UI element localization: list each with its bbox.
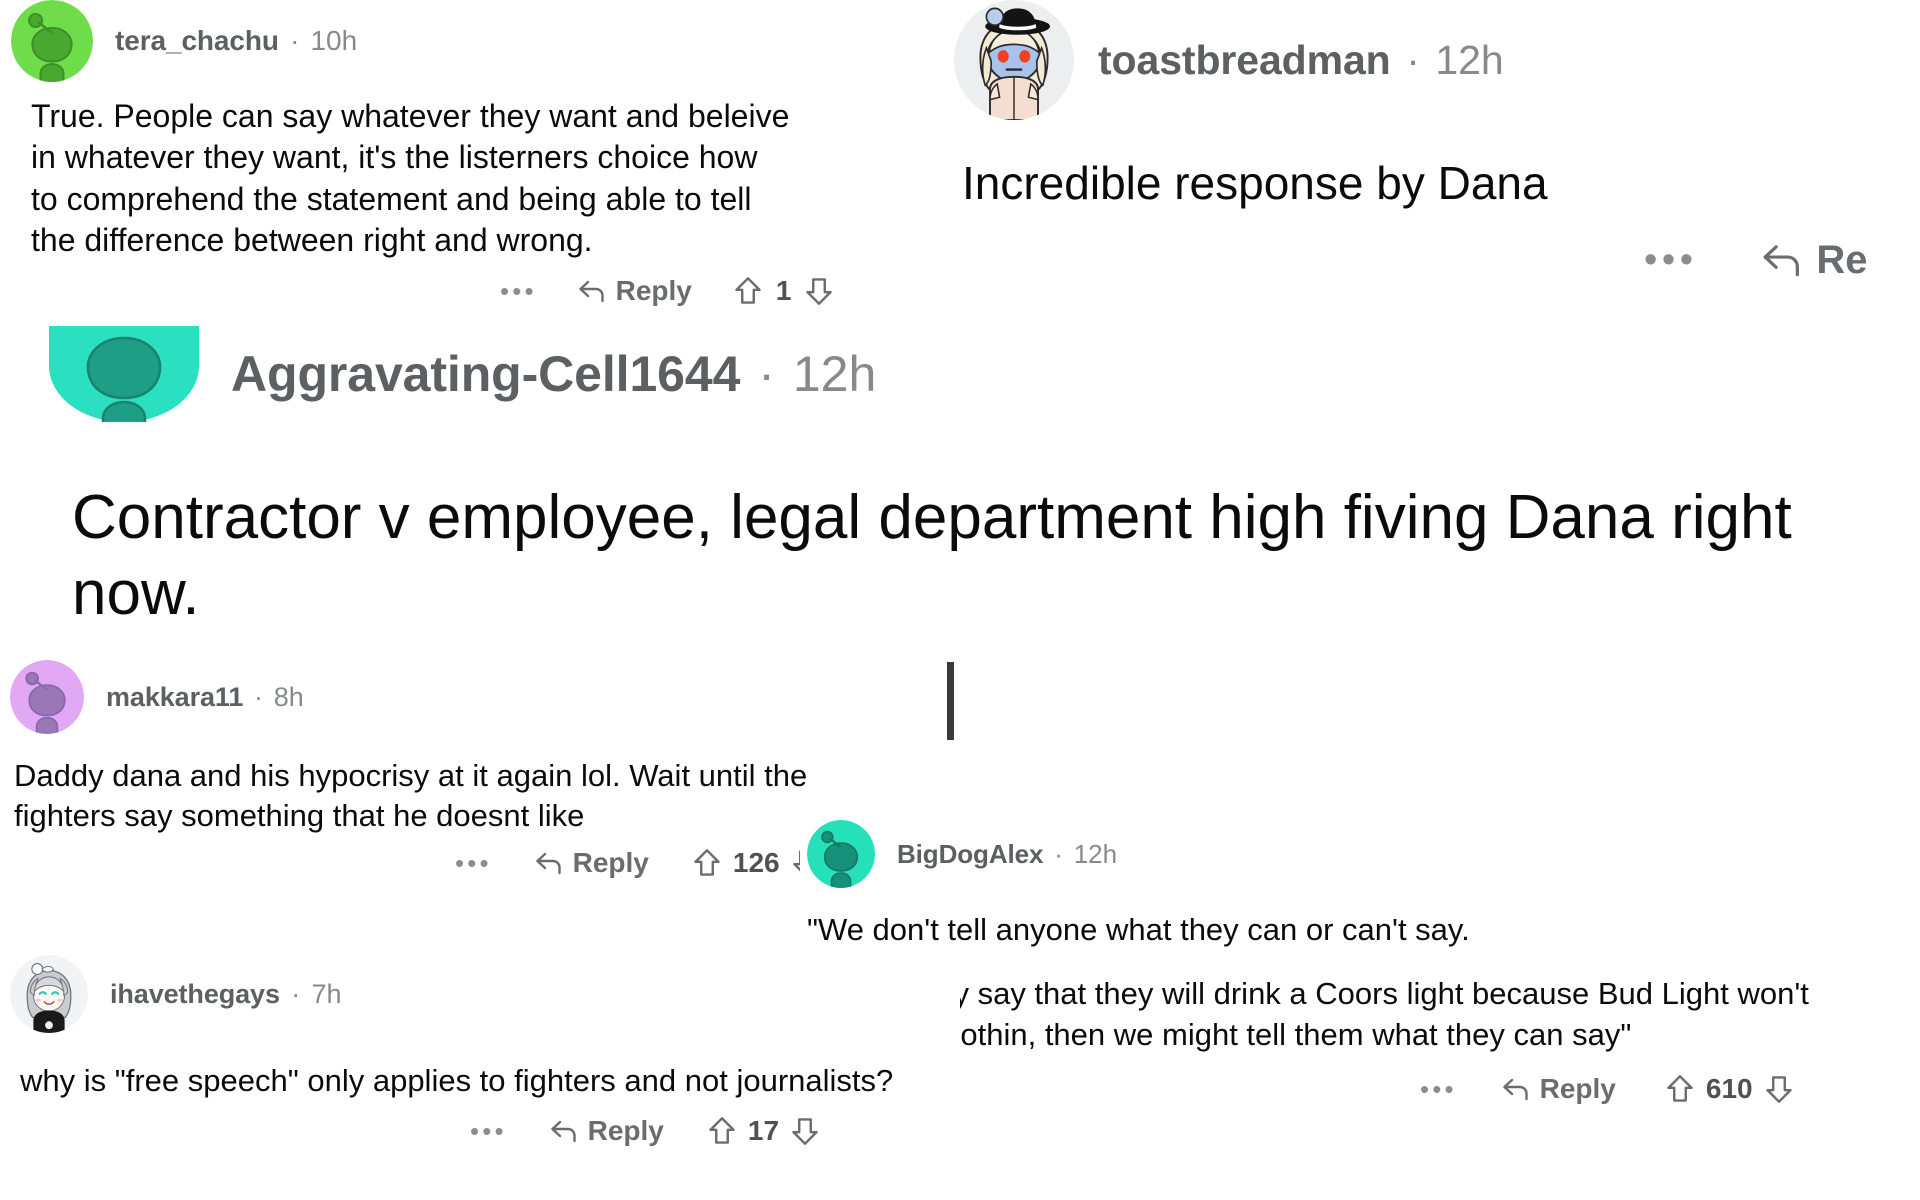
- reply-arrow-icon: [577, 278, 607, 304]
- more-options-icon[interactable]: •••: [1420, 1075, 1457, 1102]
- reply-label: Re: [1816, 237, 1868, 282]
- comment-username[interactable]: tera_chachu: [115, 25, 279, 57]
- vote-group: 610: [1666, 1073, 1793, 1105]
- comment-body: True. People can say whatever they want …: [31, 96, 791, 261]
- comment-username[interactable]: ihavethegays: [110, 979, 280, 1010]
- vote-score: 1: [775, 275, 792, 307]
- comment-body: Contractor v employee, legal department …: [72, 480, 1872, 631]
- comment-header: BigDogAlex · 12h: [800, 820, 1920, 888]
- comment-body: "We don't tell anyone what they can or c…: [807, 910, 1857, 1055]
- reply-label: Reply: [615, 275, 692, 307]
- vote-score: 126: [732, 847, 780, 879]
- comment-age: 7h: [311, 978, 342, 1009]
- comment-paragraph: Unless they say that they will drink a C…: [807, 976, 1809, 1052]
- downvote-button[interactable]: [1765, 1074, 1793, 1104]
- reply-arrow-icon: [549, 1118, 579, 1144]
- meta-separator: ·: [1054, 838, 1063, 869]
- snoo-avatar-mint-icon[interactable]: [807, 820, 875, 888]
- comment-aggravating-cell1644: Aggravating-Cell1644 · 12h Contractor v …: [0, 326, 1920, 632]
- comment-age: 12h: [1435, 36, 1504, 83]
- reply-label: Reply: [1539, 1073, 1616, 1105]
- comment-ihavethegays: ihavethegays · 7h why is "free speech" o…: [0, 955, 960, 1148]
- reply-arrow-icon: [1760, 241, 1804, 279]
- upvote-button[interactable]: [734, 276, 762, 306]
- upvote-button[interactable]: [708, 1116, 736, 1146]
- comment-header: ihavethegays · 7h: [0, 955, 960, 1033]
- comment-age: 8h: [273, 681, 304, 712]
- comment-header: makkara11 · 8h: [0, 660, 940, 734]
- screenshot-collage: tera_chachu · 10h True. People can say w…: [0, 0, 1920, 1200]
- reply-button[interactable]: Reply: [577, 275, 692, 307]
- comment-paragraph: Contractor v employee, legal department …: [72, 483, 1792, 628]
- upvote-button[interactable]: [693, 848, 721, 878]
- downvote-button[interactable]: [805, 276, 833, 306]
- comment-paragraph: True. People can say whatever they want …: [31, 98, 790, 258]
- snoo-avatar-green-icon[interactable]: [11, 0, 93, 82]
- comment-header: toastbreadman · 12h: [944, 0, 1920, 120]
- comment-actions: ••• Reply 17: [0, 1115, 960, 1147]
- comment-username[interactable]: Aggravating-Cell1644: [231, 345, 740, 403]
- meta-separator: ·: [290, 25, 300, 56]
- meta-separator: ·: [758, 346, 775, 402]
- comment-paragraph: Incredible response by Dana: [962, 157, 1548, 209]
- comment-paragraph: "We don't tell anyone what they can or c…: [807, 912, 1470, 947]
- reply-button[interactable]: Reply: [534, 847, 649, 879]
- snoo-avatar-blue-fedora-icon[interactable]: [954, 0, 1074, 120]
- comment-body: why is "free speech" only applies to fig…: [20, 1061, 920, 1101]
- vote-group: 17: [708, 1115, 819, 1147]
- comment-header: tera_chachu · 10h: [0, 0, 960, 82]
- comment-age: 10h: [310, 25, 358, 56]
- comment-tera-chachu: tera_chachu · 10h True. People can say w…: [0, 0, 960, 308]
- snoo-avatar-teal-icon[interactable]: [49, 326, 199, 422]
- reply-label: Reply: [587, 1115, 664, 1147]
- comment-paragraph: why is "free speech" only applies to fig…: [20, 1063, 894, 1098]
- comment-actions: ••• Reply 126: [0, 847, 940, 879]
- meta-separator: ·: [254, 681, 263, 712]
- comment-actions: ••• Re: [944, 238, 1920, 283]
- comment-username[interactable]: toastbreadman: [1098, 37, 1391, 84]
- anime-avatar-silver-hair-icon[interactable]: [10, 955, 88, 1033]
- more-options-icon[interactable]: •••: [1644, 240, 1698, 278]
- vote-group: 1: [734, 275, 834, 307]
- comment-makkara11: makkara11 · 8h Daddy dana and his hypocr…: [0, 660, 940, 880]
- comment-body: Daddy dana and his hypocrisy at it again…: [14, 756, 894, 835]
- comment-bigdogalex: BigDogAlex · 12h "We don't tell anyone w…: [800, 820, 1920, 1106]
- reply-button[interactable]: Re: [1760, 238, 1868, 283]
- comment-body: Incredible response by Dana: [962, 154, 1920, 214]
- more-options-icon[interactable]: •••: [500, 277, 537, 304]
- meta-separator: ·: [1406, 36, 1420, 83]
- comment-paragraph: Daddy dana and his hypocrisy at it again…: [14, 758, 808, 833]
- comment-toastbreadman: toastbreadman · 12h Incredible response …: [944, 0, 1920, 283]
- vote-score: 610: [1705, 1073, 1753, 1105]
- upvote-button[interactable]: [1666, 1074, 1694, 1104]
- reply-arrow-icon: [1501, 1076, 1531, 1102]
- more-options-icon[interactable]: •••: [470, 1118, 507, 1145]
- reply-arrow-icon: [534, 850, 564, 876]
- downvote-button[interactable]: [791, 1116, 819, 1146]
- more-options-icon[interactable]: •••: [455, 850, 492, 877]
- reply-label: Reply: [572, 847, 649, 879]
- comment-header: Aggravating-Cell1644 · 12h: [0, 326, 1920, 422]
- comment-username[interactable]: BigDogAlex: [897, 839, 1043, 870]
- comment-actions: ••• Reply 610: [800, 1073, 1920, 1105]
- text-cursor: [947, 662, 954, 740]
- meta-separator: ·: [291, 978, 301, 1009]
- comment-username[interactable]: makkara11: [106, 682, 243, 713]
- vote-score: 17: [747, 1115, 780, 1147]
- reply-button[interactable]: Reply: [549, 1115, 664, 1147]
- reply-button[interactable]: Reply: [1501, 1073, 1616, 1105]
- comment-actions: ••• Reply 1: [0, 275, 960, 307]
- snoo-avatar-purple-icon[interactable]: [10, 660, 84, 734]
- comment-age: 12h: [1073, 838, 1118, 869]
- comment-age: 12h: [792, 346, 877, 402]
